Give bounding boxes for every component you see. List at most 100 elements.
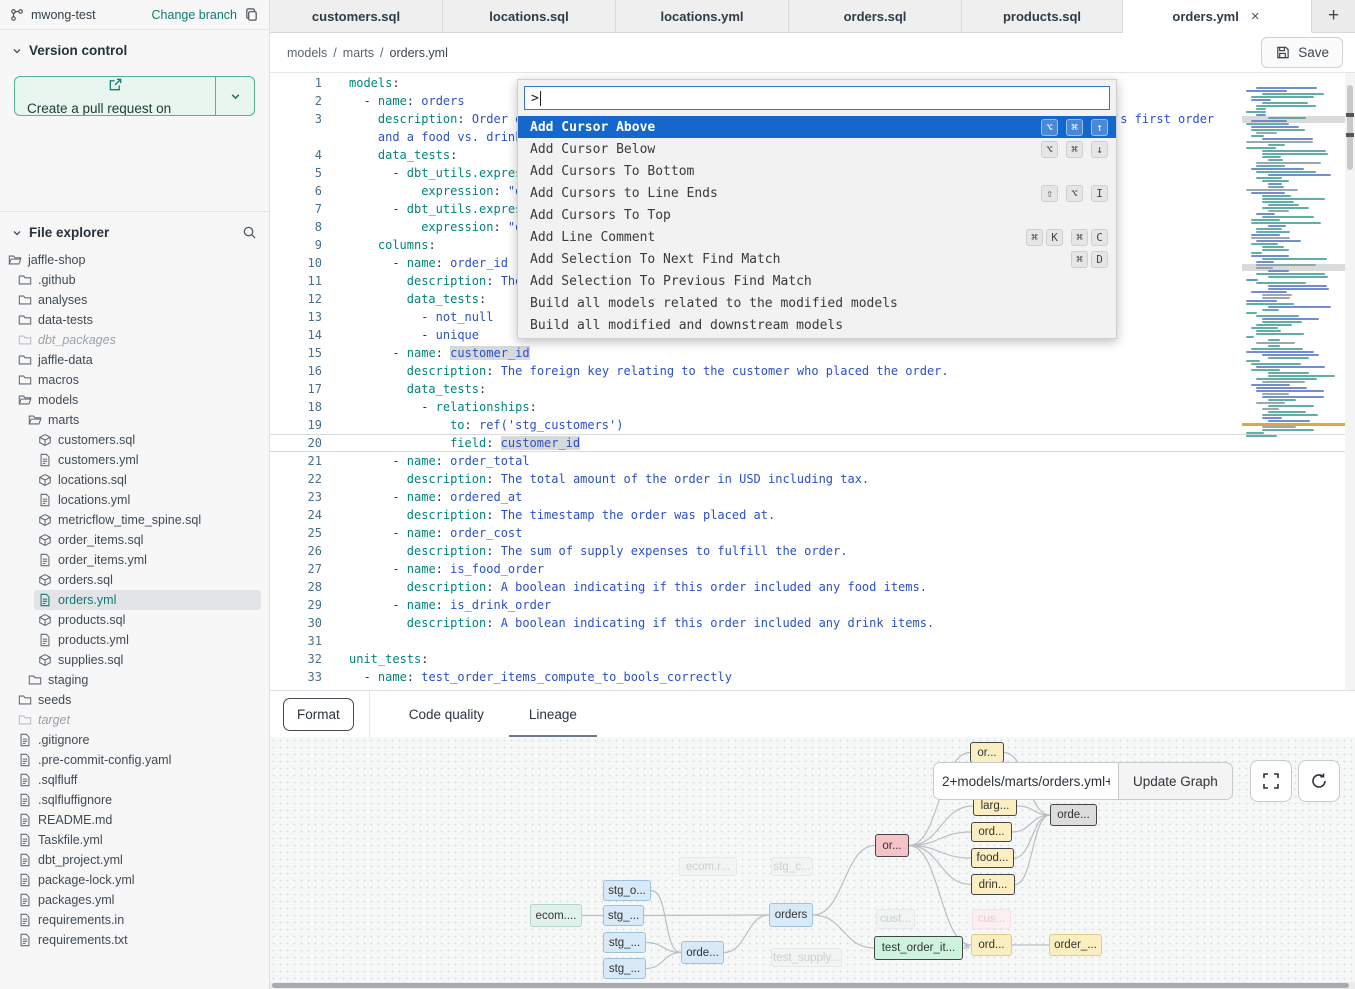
code-line-16[interactable]: 16description: The foreign key relating …: [270, 362, 1355, 380]
code-line-29[interactable]: 29- name: is_drink_order: [270, 596, 1355, 614]
lineage-node-orpink[interactable]: or...: [875, 834, 909, 857]
scrollbar-thumb[interactable]: [1347, 85, 1353, 170]
file-tree-item--github[interactable]: .github: [14, 270, 261, 290]
file-tree-item--sqlfluff[interactable]: .sqlfluff: [14, 770, 261, 790]
file-explorer-header[interactable]: File explorer: [0, 212, 269, 246]
file-tree-item-customers-sql[interactable]: customers.sql: [34, 430, 261, 450]
file-tree-item-orders-sql[interactable]: orders.sql: [34, 570, 261, 590]
lineage-node-food[interactable]: food...: [971, 848, 1014, 868]
file-tree-item-products-yml[interactable]: products.yml: [34, 630, 261, 650]
code-line-18[interactable]: 18- relationships:: [270, 398, 1355, 416]
copy-icon[interactable]: [244, 7, 259, 22]
file-tree-item-products-sql[interactable]: products.sql: [34, 610, 261, 630]
search-icon[interactable]: [242, 225, 257, 240]
code-line-25[interactable]: 25- name: order_cost: [270, 524, 1355, 542]
lineage-node-stgc[interactable]: stg_c...: [771, 857, 813, 876]
file-tree-item-data-tests[interactable]: data-tests: [14, 310, 261, 330]
file-tree-item-package-lock-yml[interactable]: package-lock.yml: [14, 870, 261, 890]
file-tree-item--sqlfluffignore[interactable]: .sqlfluffignore: [14, 790, 261, 810]
format-button[interactable]: Format: [283, 698, 354, 731]
file-tree-item-seeds[interactable]: seeds: [14, 690, 261, 710]
lineage-node-stg3[interactable]: stg_...: [603, 958, 646, 979]
palette-item-2[interactable]: Add Cursors To Bottom: [518, 160, 1116, 182]
lineage-horizontal-scrollbar[interactable]: [270, 982, 1355, 989]
code-editor[interactable]: 1models:2- name: orders3description: Ord…: [270, 73, 1355, 690]
palette-item-5[interactable]: Add Line Comment⌘K⌘C: [518, 226, 1116, 248]
new-tab-button[interactable]: +: [1312, 0, 1355, 32]
lineage-node-ord2[interactable]: ord...: [971, 934, 1012, 956]
code-line-23[interactable]: 23- name: ordered_at: [270, 488, 1355, 506]
lineage-node-order2[interactable]: order_...: [1049, 934, 1102, 956]
file-tree-item-metricflow-time-spine-sql[interactable]: metricflow_time_spine.sql: [34, 510, 261, 530]
bottom-tab-lineage[interactable]: Lineage: [523, 691, 583, 738]
lineage-node-cuspink[interactable]: cus...: [972, 909, 1011, 929]
file-tree-item-target[interactable]: target: [14, 710, 261, 730]
create-pr-button[interactable]: Create a pull request on Git...: [14, 76, 255, 116]
file-tree-item-order-items-yml[interactable]: order_items.yml: [34, 550, 261, 570]
tab-orders-yml[interactable]: orders.yml×: [1123, 0, 1312, 33]
breadcrumb-item[interactable]: models: [287, 46, 327, 60]
file-tree-item--gitignore[interactable]: .gitignore: [14, 730, 261, 750]
lineage-node-ecom[interactable]: ecom....: [530, 904, 582, 927]
pr-dropdown-toggle[interactable]: [216, 77, 254, 115]
lineage-node-ord1[interactable]: ord...: [971, 822, 1012, 842]
file-tree-item-orders-yml[interactable]: orders.yml: [34, 590, 261, 610]
palette-item-4[interactable]: Add Cursors To Top: [518, 204, 1116, 226]
fullscreen-button[interactable]: [1250, 760, 1292, 802]
tab-orders-sql[interactable]: orders.sql: [789, 0, 962, 32]
code-line-33[interactable]: 33- name: test_order_items_compute_to_bo…: [270, 668, 1355, 686]
lineage-node-stg2[interactable]: stg_...: [603, 932, 646, 953]
lineage-selector-input[interactable]: [933, 762, 1118, 800]
code-line-17[interactable]: 17data_tests:: [270, 380, 1355, 398]
lineage-node-ordemid[interactable]: orde...: [681, 941, 724, 964]
update-graph-button[interactable]: Update Graph: [1118, 762, 1233, 800]
lineage-node-testorder[interactable]: test_order_it...: [874, 936, 963, 960]
file-tree-item-order-items-sql[interactable]: order_items.sql: [34, 530, 261, 550]
file-tree-item-dbt-project-yml[interactable]: dbt_project.yml: [14, 850, 261, 870]
lineage-node-ecomr[interactable]: ecom.r...: [679, 857, 737, 876]
file-tree-item-requirements-txt[interactable]: requirements.txt: [14, 930, 261, 950]
file-tree-item-dbt-packages[interactable]: dbt_packages: [14, 330, 261, 350]
lineage-node-orders[interactable]: orders: [769, 903, 813, 927]
palette-item-6[interactable]: Add Selection To Next Find Match⌘D: [518, 248, 1116, 270]
file-tree-item-taskfile-yml[interactable]: Taskfile.yml: [14, 830, 261, 850]
file-tree-item-requirements-in[interactable]: requirements.in: [14, 910, 261, 930]
lineage-node-stgo[interactable]: stg_o...: [603, 880, 651, 901]
palette-item-7[interactable]: Add Selection To Previous Find Match: [518, 270, 1116, 292]
file-tree-item-macros[interactable]: macros: [14, 370, 261, 390]
lineage-node-stg1[interactable]: stg_...: [603, 905, 644, 926]
code-line-24[interactable]: 24description: The timestamp the order w…: [270, 506, 1355, 524]
breadcrumb-item[interactable]: marts: [343, 46, 374, 60]
palette-item-9[interactable]: Build all modified and downstream models: [518, 314, 1116, 336]
lineage-node-drin[interactable]: drin...: [971, 874, 1015, 895]
palette-item-0[interactable]: Add Cursor Above⌥⌘↑: [518, 116, 1116, 138]
code-line-30[interactable]: 30description: A boolean indicating if t…: [270, 614, 1355, 632]
version-control-header[interactable]: Version control: [0, 30, 269, 64]
lineage-node-testsupply[interactable]: test_supply...: [771, 948, 842, 967]
file-tree-item-locations-yml[interactable]: locations.yml: [34, 490, 261, 510]
palette-item-1[interactable]: Add Cursor Below⌥⌘↓: [518, 138, 1116, 160]
tab-locations-yml[interactable]: locations.yml: [616, 0, 789, 32]
file-tree-item-jaffle-data[interactable]: jaffle-data: [14, 350, 261, 370]
file-tree-item-marts[interactable]: marts: [24, 410, 261, 430]
file-tree-item--pre-commit-config-yaml[interactable]: .pre-commit-config.yaml: [14, 750, 261, 770]
code-line-22[interactable]: 22description: The total amount of the o…: [270, 470, 1355, 488]
code-line-21[interactable]: 21- name: order_total: [270, 452, 1355, 470]
file-tree-item-supplies-sql[interactable]: supplies.sql: [34, 650, 261, 670]
editor-scrollbar[interactable]: [1345, 73, 1355, 690]
bottom-tab-code-quality[interactable]: Code quality: [403, 691, 490, 738]
file-tree-item-jaffle-shop[interactable]: jaffle-shop: [4, 250, 261, 270]
code-line-31[interactable]: 31: [270, 632, 1355, 650]
save-button[interactable]: Save: [1261, 37, 1343, 68]
editor-minimap[interactable]: [1246, 85, 1345, 465]
palette-item-8[interactable]: Build all models related to the modified…: [518, 292, 1116, 314]
command-palette-input[interactable]: >: [524, 86, 1110, 110]
scrollbar-thumb[interactable]: [272, 983, 1349, 988]
file-tree-item-locations-sql[interactable]: locations.sql: [34, 470, 261, 490]
breadcrumb-item[interactable]: orders.yml: [390, 46, 448, 60]
file-tree-item-readme-md[interactable]: README.md: [14, 810, 261, 830]
file-tree-item-packages-yml[interactable]: packages.yml: [14, 890, 261, 910]
close-icon[interactable]: ×: [1249, 8, 1262, 25]
file-tree-item-customers-yml[interactable]: customers.yml: [34, 450, 261, 470]
refresh-button[interactable]: [1298, 760, 1340, 802]
